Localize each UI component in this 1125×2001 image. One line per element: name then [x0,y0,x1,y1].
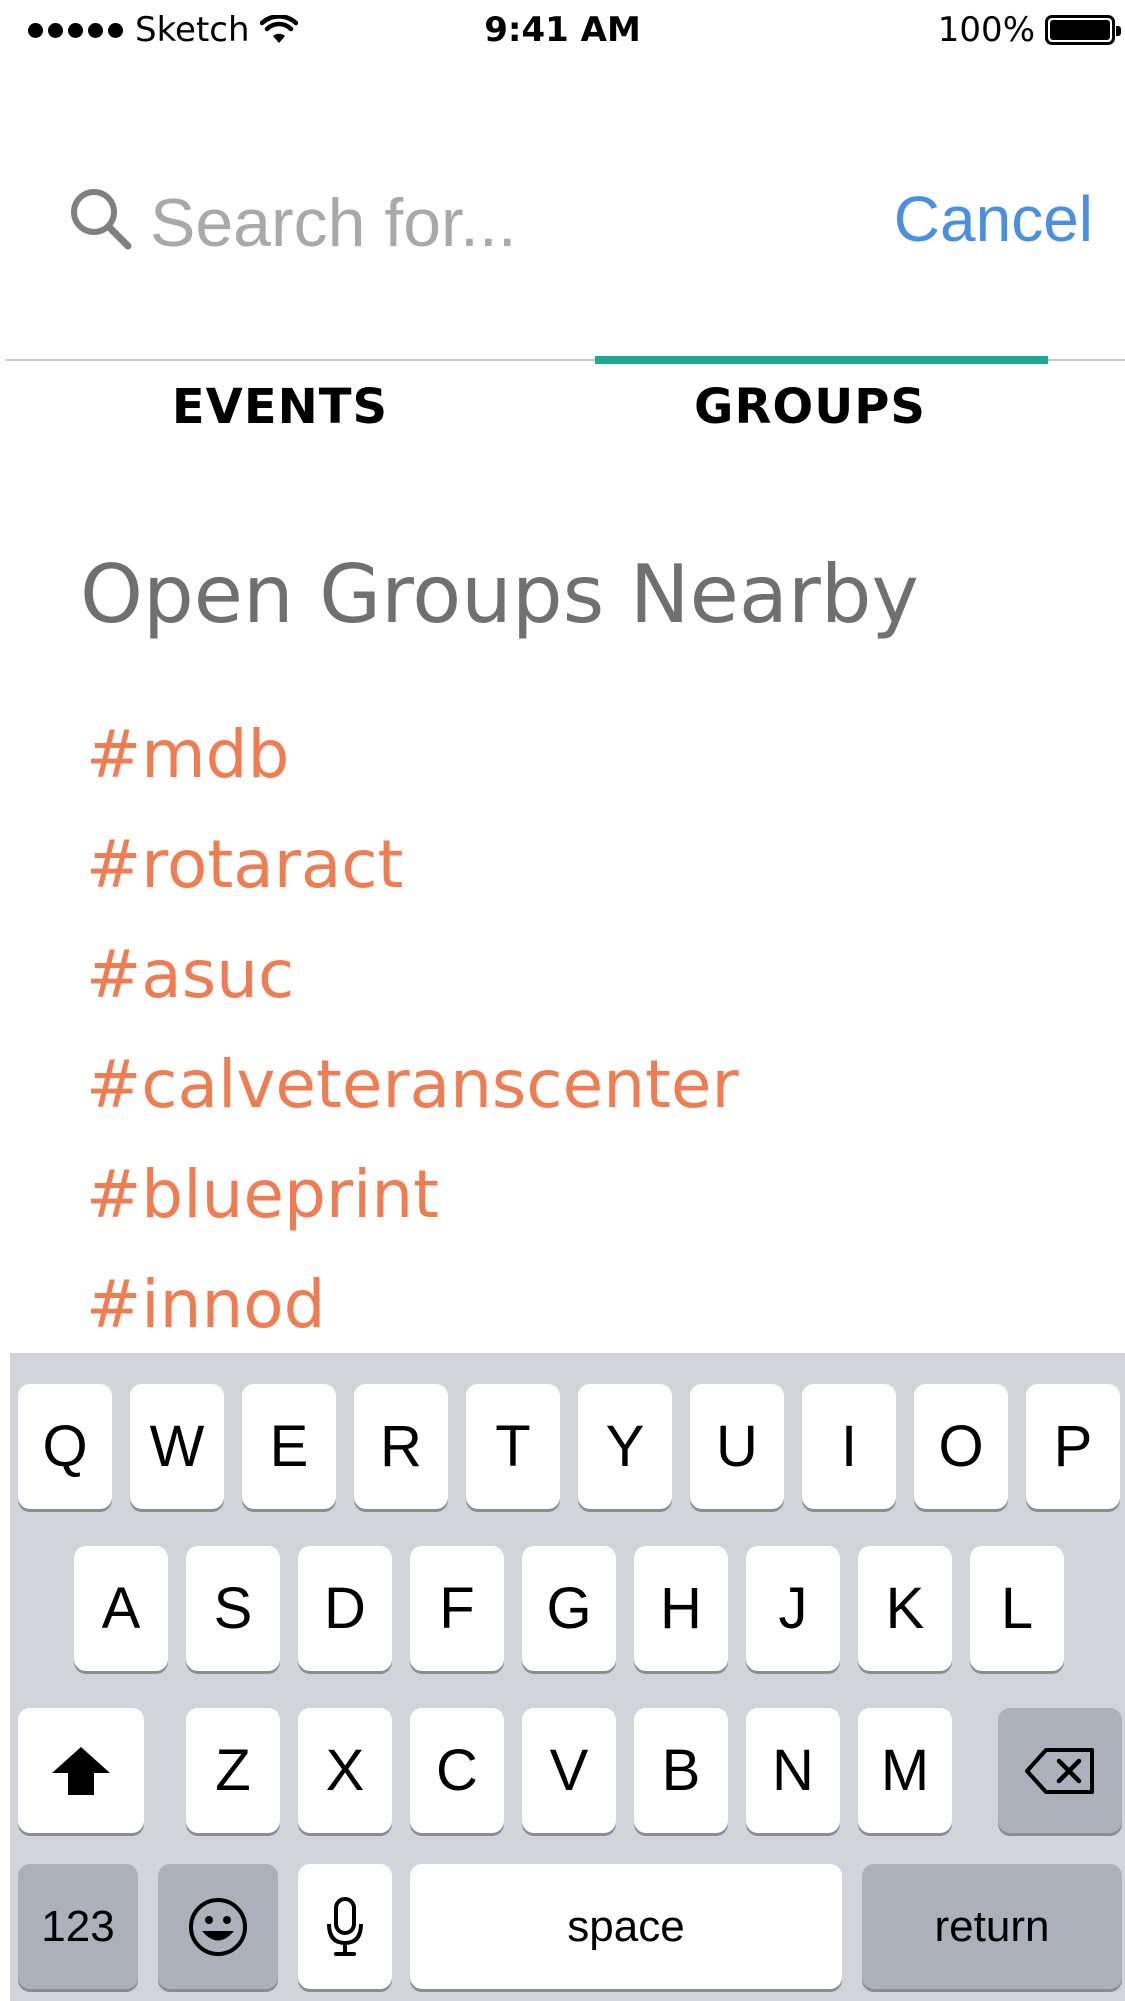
status-bar: Sketch 9:41 AM 100% [0,0,1125,60]
return-key-label: return [934,1901,1050,1951]
key-w[interactable]: W [130,1384,224,1509]
status-right: 100% [937,10,1121,50]
group-item[interactable]: #calveteranscenter [86,1030,739,1140]
key-u[interactable]: U [690,1384,784,1509]
key-e[interactable]: E [242,1384,336,1509]
tab-groups[interactable]: GROUPS [610,367,1010,447]
microphone-key[interactable] [298,1864,392,1989]
search-icon [71,189,132,250]
key-v[interactable]: V [522,1708,616,1833]
numbers-key-label: 123 [41,1901,115,1951]
key-s[interactable]: S [186,1546,280,1671]
key-d[interactable]: D [298,1546,392,1671]
microphone-icon [327,1896,363,1956]
key-q[interactable]: Q [18,1384,112,1509]
group-list: #mdb #rotaract #asuc #calveteranscenter … [86,700,739,1360]
keyboard: Q W E R T Y U I O P A S D F G H J K L Z … [10,1353,1125,2001]
battery-icon [1045,15,1121,45]
search-input[interactable] [150,178,850,268]
return-key[interactable]: return [862,1864,1122,1989]
key-c[interactable]: C [410,1708,504,1833]
key-p[interactable]: P [1026,1384,1120,1509]
tab-bar: EVENTS GROUPS [0,356,1125,449]
key-z[interactable]: Z [186,1708,280,1833]
key-h[interactable]: H [634,1546,728,1671]
key-g[interactable]: G [522,1546,616,1671]
battery-percentage: 100% [937,10,1035,50]
key-n[interactable]: N [746,1708,840,1833]
tab-events[interactable]: EVENTS [80,367,480,447]
group-item[interactable]: #mdb [86,700,739,810]
cancel-button[interactable]: Cancel [894,174,1093,264]
backspace-icon [1025,1747,1094,1794]
space-key[interactable]: space [410,1864,842,1989]
emoji-key[interactable] [158,1864,278,1989]
key-j[interactable]: J [746,1546,840,1671]
shift-arrow-icon [52,1746,110,1795]
key-i[interactable]: I [802,1384,896,1509]
key-r[interactable]: R [354,1384,448,1509]
section-title: Open Groups Nearby [80,548,919,641]
key-y[interactable]: Y [578,1384,672,1509]
tab-selected-indicator [595,356,1048,364]
delete-key[interactable] [998,1708,1122,1833]
group-item[interactable]: #blueprint [86,1140,739,1250]
key-a[interactable]: A [74,1546,168,1671]
key-l[interactable]: L [970,1546,1064,1671]
group-item[interactable]: #innod [86,1250,739,1360]
emoji-smile-icon [189,1897,247,1956]
search-bar: Cancel [0,160,1125,280]
group-item[interactable]: #asuc [86,920,739,1030]
space-key-label: space [567,1901,685,1951]
key-m[interactable]: M [858,1708,952,1833]
key-k[interactable]: K [858,1546,952,1671]
numbers-key[interactable]: 123 [18,1864,138,1989]
key-f[interactable]: F [410,1546,504,1671]
key-t[interactable]: T [466,1384,560,1509]
key-o[interactable]: O [914,1384,1008,1509]
group-item[interactable]: #rotaract [86,810,739,920]
key-x[interactable]: X [298,1708,392,1833]
key-b[interactable]: B [634,1708,728,1833]
shift-key[interactable] [18,1708,144,1833]
